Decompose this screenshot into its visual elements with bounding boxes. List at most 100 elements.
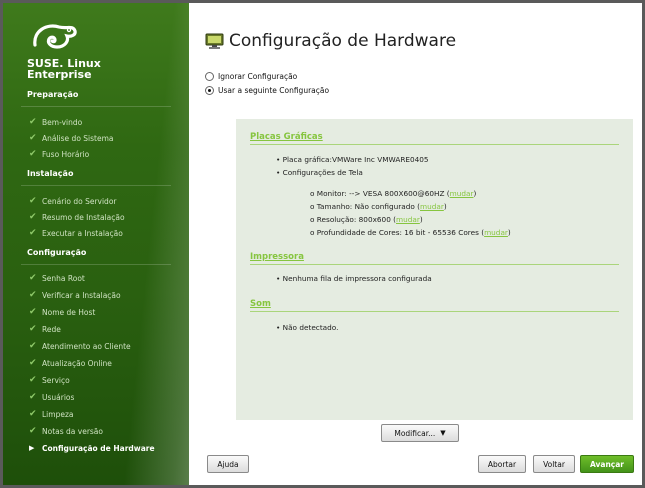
change-depth-link[interactable]: mudar	[484, 228, 508, 237]
sidebar-item-executar: ✔ Executar a Instalação	[29, 228, 123, 239]
sidebar-divider	[21, 264, 171, 265]
abort-button[interactable]: Abortar	[478, 455, 526, 473]
paren-close: )	[473, 189, 477, 198]
installer-window: SUSE. Linux Enterprise Preparação ✔ Bem-v…	[3, 3, 642, 485]
sidebar-item-label: Notas da versão	[42, 427, 103, 436]
screen-settings-text: • Configurações de Tela	[276, 168, 363, 177]
modify-dropdown-button[interactable]: Modificar... ▼	[381, 424, 459, 442]
section-som[interactable]: Som	[250, 299, 271, 309]
radio-use-config[interactable]: Usar a seguinte Configuração	[205, 86, 329, 95]
sidebar-item-label: Serviço	[42, 376, 70, 385]
change-monitor-link[interactable]: mudar	[450, 189, 474, 198]
section-impressora[interactable]: Impressora	[250, 252, 304, 262]
sidebar-item-atualizacao: ✔ Atualização Online	[29, 358, 112, 369]
sidebar-item-label: Senha Root	[42, 274, 85, 283]
suse-chameleon-logo	[33, 24, 77, 49]
paren-close: )	[419, 215, 423, 224]
check-icon: ✔	[29, 409, 37, 419]
radio-label: Usar a seguinte Configuração	[218, 86, 330, 95]
check-icon: ✔	[29, 375, 37, 385]
sidebar-item-servico: ✔ Serviço	[29, 375, 70, 386]
check-icon: ✔	[29, 324, 37, 334]
sidebar-item-label: Resumo de Instalação	[42, 213, 125, 222]
sidebar-item-atendimento: ✔ Atendimento ao Cliente	[29, 341, 131, 352]
check-icon: ✔	[29, 133, 37, 143]
size-text: o Tamanho: Não configurado (	[310, 202, 420, 211]
sidebar: SUSE. Linux Enterprise Preparação ✔ Bem-v…	[3, 3, 189, 485]
next-button[interactable]: Avançar	[580, 455, 634, 473]
sidebar-item-label: Atendimento ao Cliente	[42, 342, 131, 351]
sidebar-item-label: Configuração de Hardware	[42, 444, 155, 453]
color-depth-row: o Profundidade de Cores: 16 bit - 65536 …	[310, 228, 511, 237]
printer-text: • Nenhuma fila de impressora configurada	[276, 274, 432, 283]
back-button[interactable]: Voltar	[533, 455, 575, 473]
resolution-text: o Resolução: 800x600 (	[310, 215, 396, 224]
check-icon: ✔	[29, 117, 37, 127]
section-underline	[250, 264, 619, 265]
sidebar-divider	[21, 106, 171, 107]
sidebar-item-notas: ✔ Notas da versão	[29, 426, 103, 437]
paren-close: )	[443, 202, 447, 211]
dropdown-arrow-icon: ▼	[440, 429, 446, 437]
sidebar-item-config-hardware: ▶ Configuração de Hardware	[29, 444, 155, 453]
check-icon: ✔	[29, 426, 37, 436]
check-icon: ✔	[29, 212, 37, 222]
play-arrow-icon: ▶	[29, 444, 35, 452]
size-row: o Tamanho: Não configurado (mudar)	[310, 202, 447, 211]
check-icon: ✔	[29, 273, 37, 283]
section-configuracao: Configuração	[27, 248, 87, 257]
sidebar-divider	[21, 185, 171, 186]
radio-indicator[interactable]	[205, 86, 214, 95]
brand-line-2: Enterprise	[27, 68, 92, 81]
check-icon: ✔	[29, 196, 37, 206]
radio-label: Ignorar Configuração	[218, 72, 298, 81]
sidebar-item-bem-vindo: ✔ Bem-vindo	[29, 117, 83, 128]
sidebar-item-limpeza: ✔ Limpeza	[29, 409, 74, 420]
sidebar-item-verificar: ✔ Verificar a Instalação	[29, 290, 121, 301]
sound-text: • Não detectado.	[276, 323, 339, 332]
check-icon: ✔	[29, 228, 37, 238]
radio-ignore-config[interactable]: Ignorar Configuração	[205, 72, 297, 81]
sidebar-item-label: Cenário do Servidor	[42, 197, 117, 206]
sidebar-item-label: Verificar a Instalação	[42, 291, 121, 300]
resolution-row: o Resolução: 800x600 (mudar)	[310, 215, 423, 224]
section-underline	[250, 311, 619, 312]
color-depth-text: o Profundidade de Cores: 16 bit - 65536 …	[310, 228, 485, 237]
sidebar-item-label: Limpeza	[42, 410, 74, 419]
sidebar-item-usuarios: ✔ Usuários	[29, 392, 75, 403]
check-icon: ✔	[29, 358, 37, 368]
sidebar-item-label: Atualização Online	[42, 359, 112, 368]
section-underline	[250, 144, 619, 145]
radio-indicator[interactable]	[205, 72, 214, 81]
sidebar-item-resumo: ✔ Resumo de Instalação	[29, 212, 125, 223]
sidebar-item-label: Bem-vindo	[42, 118, 83, 127]
check-icon: ✔	[29, 307, 37, 317]
sidebar-item-rede: ✔ Rede	[29, 324, 61, 335]
section-placas-graficas[interactable]: Placas Gráficas	[250, 132, 323, 142]
sidebar-item-label: Análise do Sistema	[42, 134, 114, 143]
page-title: Configuração de Hardware	[229, 31, 457, 51]
brand-title: SUSE. Linux Enterprise	[27, 58, 101, 80]
hardware-summary-panel: Placas Gráficas • Placa gráfica:VMWare I…	[236, 119, 633, 420]
change-size-link[interactable]: mudar	[420, 202, 444, 211]
check-icon: ✔	[29, 392, 37, 402]
sidebar-item-label: Nome de Host	[42, 308, 96, 317]
sidebar-item-fuso: ✔ Fuso Horário	[29, 149, 89, 160]
paren-close: )	[507, 228, 511, 237]
section-preparacao: Preparação	[27, 90, 79, 99]
check-icon: ✔	[29, 341, 37, 351]
graphics-card-text: • Placa gráfica:VMWare Inc VMWARE0405	[276, 155, 429, 164]
sidebar-item-label: Rede	[42, 325, 61, 334]
help-button[interactable]: Ajuda	[207, 455, 249, 473]
check-icon: ✔	[29, 290, 37, 300]
check-icon: ✔	[29, 149, 37, 159]
sidebar-item-label: Executar a Instalação	[42, 229, 123, 238]
section-instalacao: Instalação	[27, 169, 74, 178]
change-resolution-link[interactable]: mudar	[396, 215, 420, 224]
sidebar-item-cenario: ✔ Cenário do Servidor	[29, 196, 117, 207]
modify-label: Modificar...	[394, 428, 436, 438]
hardware-monitor-icon	[205, 33, 224, 49]
sidebar-item-analise: ✔ Análise do Sistema	[29, 133, 114, 144]
sidebar-item-label: Usuários	[42, 393, 75, 402]
monitor-text: o Monitor: --> VESA 800X600@60HZ (	[310, 189, 450, 198]
